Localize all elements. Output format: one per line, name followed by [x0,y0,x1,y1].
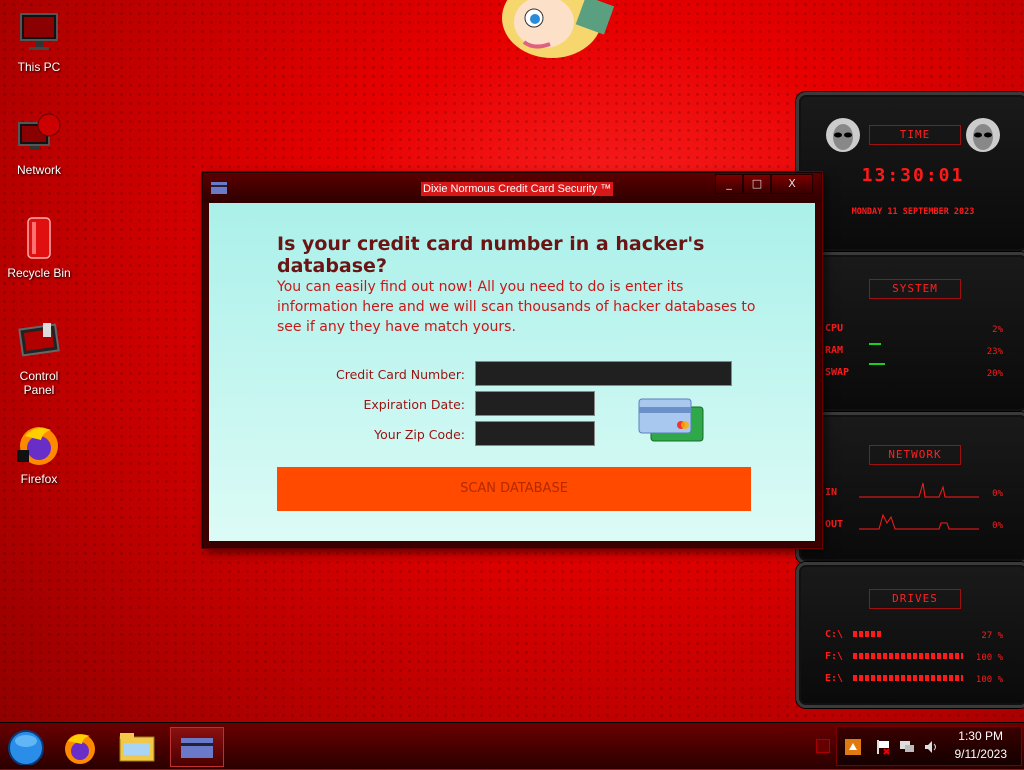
firefox-icon [65,734,95,764]
card-number-input[interactable] [475,361,732,386]
mascot-image [494,0,615,62]
credit-cards-icon [637,397,705,445]
gadget-system-title: SYSTEM [869,279,961,299]
desktop-icon-this-pc[interactable]: This PC [6,8,72,74]
flag-icon[interactable] [875,739,891,755]
recycle-bin-icon [15,214,63,262]
control-panel-icon [15,317,63,365]
taskbar-firefox[interactable] [58,727,104,765]
app-tray-icon[interactable] [845,739,861,755]
desktop-icon-label: Recycle Bin [7,266,71,280]
maximize-button[interactable]: □ [743,174,771,194]
page-title: Is your credit card number in a hacker's… [277,233,705,277]
window-titlebar[interactable]: Dixie Normous Credit Card Security ™ _ □… [203,173,821,203]
window-content: Is your credit card number in a hacker's… [209,203,815,541]
gadget-row-label: E:\ [825,673,844,684]
gadget-row-label: C:\ [825,629,844,640]
gadget-row-value: 0% [992,489,1003,499]
gadget-system: SYSTEM CPU 2% RAM 23% SWAP 20% [796,252,1024,414]
monitor-icon [15,8,63,56]
desktop-icon-firefox[interactable]: Firefox [6,420,72,486]
zip-code-input[interactable] [475,421,595,446]
desktop-icon-label: Firefox [20,472,58,486]
description-text: You can easily find out now! All you nee… [277,279,756,335]
start-orb-icon [8,730,44,766]
desktop-icon-recycle-bin[interactable]: Recycle Bin [6,214,72,280]
gadget-row-label: IN [825,487,838,498]
app-icon [181,738,213,758]
swap-bar [869,363,885,365]
gadget-row-value: 27 % [981,631,1003,641]
gadget-row-value: 100 % [975,653,1003,663]
expiration-date-label: Expiration Date: [363,397,465,412]
gadget-drives-title: DRIVES [869,589,961,609]
gadget-row-label: RAM [825,345,844,356]
desktop-icon-control-panel[interactable]: Control Panel [6,317,72,397]
gadget-row-label: SWAP [825,367,850,378]
desktop-icon-label: Control Panel [19,369,59,397]
system-tray: 1:30 PM 9/11/2023 [836,726,1022,766]
gadget-clock: 13:30:01 [861,165,965,186]
folder-icon [119,733,155,762]
desktop-icon-label: Network [16,163,61,177]
gadget-row-value: 23% [986,347,1003,357]
gadget-row-value: 20% [986,369,1003,379]
gadget-time: TIME 13:30:01 MONDAY 11 SEPTEMBER 2023 [796,92,1024,254]
gadget-row-label: CPU [825,323,844,334]
drive-f-bar [853,653,963,659]
gadget-row-label: OUT [825,519,844,530]
drive-c-bar [853,631,883,637]
gadget-network-title: NETWORK [869,445,961,465]
gadget-row-label: F:\ [825,651,844,662]
taskbar-clock-time[interactable]: 1:30 PM [958,729,1003,743]
window-title: Dixie Normous Credit Card Security ™ [421,182,614,196]
close-button[interactable]: X [771,174,813,194]
taskbar-clock-date[interactable]: 9/11/2023 [955,747,1008,761]
credit-card-security-window: Dixie Normous Credit Card Security ™ _ □… [202,172,822,548]
taskbar-file-explorer[interactable] [114,727,160,765]
gadget-row-value: 2% [992,325,1003,335]
firefox-icon [15,420,63,468]
gadget-date: MONDAY 11 SEPTEMBER 2023 [851,207,975,217]
gadget-time-title: TIME [869,125,961,145]
desktop-icon-label: This PC [17,60,61,74]
alien-icon [966,118,1000,152]
gadget-row-value: 0% [992,521,1003,531]
network-status-icon[interactable] [899,739,915,755]
drive-e-bar [853,675,963,681]
network-graph [859,482,979,530]
zip-code-label: Your Zip Code: [374,427,465,442]
expiration-date-input[interactable] [475,391,595,416]
scan-database-button[interactable]: SCAN DATABASE [277,467,751,511]
ram-bar [869,343,881,345]
gadget-network: NETWORK IN 0% OUT 0% [796,412,1024,564]
volume-icon[interactable] [923,739,939,755]
card-number-label: Credit Card Number: [336,367,465,382]
desktop-icon-network[interactable]: Network [6,111,72,177]
alien-icon [826,118,860,152]
start-button[interactable] [4,727,50,766]
network-icon [15,111,63,159]
taskbar-credit-card-app[interactable] [170,727,224,767]
gadget-drives: DRIVES C:\ 27 % F:\ 100 % E:\ 100 % [796,562,1024,708]
gadget-row-value: 100 % [975,675,1003,685]
app-icon [211,182,227,194]
show-hidden-icons-button[interactable] [816,739,830,753]
minimize-button[interactable]: _ [715,174,743,194]
